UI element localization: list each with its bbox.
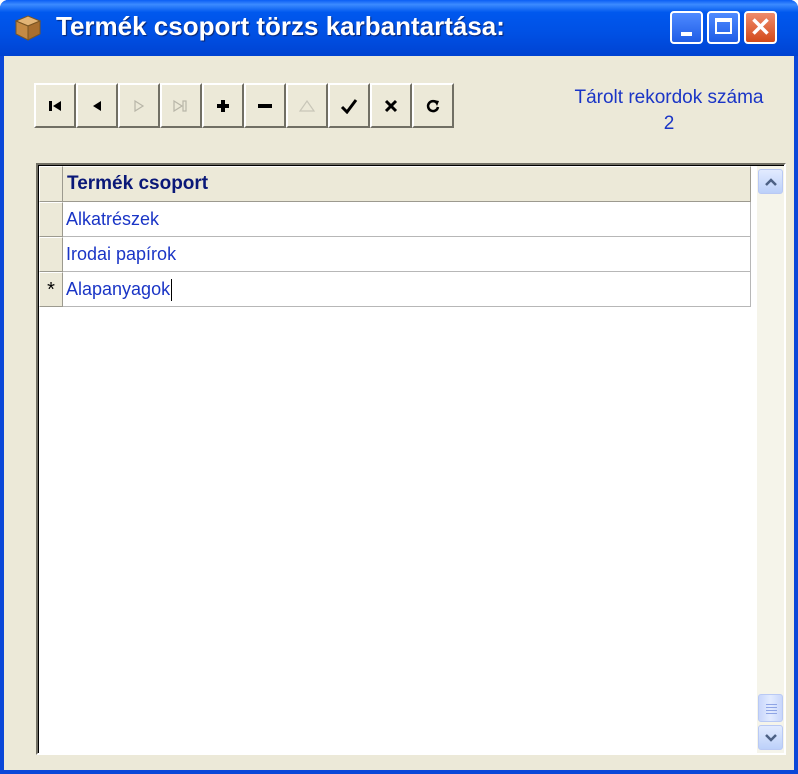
next-record-icon (134, 99, 145, 112)
row-indicator[interactable] (39, 237, 63, 272)
scroll-up-button[interactable] (758, 169, 783, 194)
grid-inner: Termék csoport Alkatrészek Irodai papíro… (38, 165, 784, 753)
table-row[interactable]: Alkatrészek (39, 202, 751, 237)
minimize-button[interactable] (670, 11, 703, 44)
scroll-thumb[interactable] (758, 694, 783, 722)
table-row-current[interactable]: * Alapanyagok (39, 272, 751, 307)
table-row[interactable]: Irodai papírok (39, 237, 751, 272)
cross-icon (384, 99, 398, 112)
post-record-button[interactable] (328, 83, 370, 128)
record-count-panel: Tárolt rekordok száma 2 (549, 85, 789, 137)
box-icon (14, 15, 42, 41)
close-icon: ✕ (749, 12, 772, 42)
scroll-down-button[interactable] (758, 725, 783, 750)
data-grid[interactable]: Termék csoport Alkatrészek Irodai papíro… (36, 163, 786, 755)
record-count-value: 2 (663, 113, 675, 134)
check-icon (340, 98, 358, 114)
minimize-icon (681, 32, 692, 36)
grid-header-row: Termék csoport (39, 166, 751, 202)
next-record-button[interactable] (118, 83, 160, 128)
delete-record-button[interactable] (244, 83, 286, 128)
thumb-grip (766, 713, 777, 714)
prior-record-icon (93, 100, 101, 111)
refresh-icon (426, 99, 440, 112)
edit-triangle-icon (298, 99, 316, 112)
thumb-grip (766, 710, 777, 711)
table-cell[interactable]: Alkatrészek (63, 202, 751, 237)
close-button[interactable]: ✕ (744, 11, 777, 44)
window-title: Termék csoport törzs karbantartása: (56, 11, 505, 41)
db-navigator (34, 83, 454, 128)
row-indicator[interactable] (39, 202, 63, 237)
row-indicator-insert[interactable]: * (39, 272, 63, 307)
header-indicator-cell (39, 166, 63, 202)
text-caret (171, 279, 173, 302)
vertical-scrollbar[interactable] (757, 166, 784, 753)
chevron-down-icon (765, 734, 777, 742)
prior-record-button[interactable] (76, 83, 118, 128)
plus-icon (217, 99, 229, 112)
table-cell-editing[interactable]: Alapanyagok (63, 272, 751, 307)
app-window: Termék csoport törzs karbantartása: ✕ Tá… (0, 0, 798, 774)
last-record-button[interactable] (160, 83, 202, 128)
maximize-icon (715, 18, 732, 34)
first-record-button[interactable] (34, 83, 76, 128)
minus-icon (258, 103, 272, 108)
cell-text: Alapanyagok (66, 279, 171, 299)
edit-record-button[interactable] (286, 83, 328, 128)
cancel-edit-button[interactable] (370, 83, 412, 128)
maximize-button[interactable] (707, 11, 740, 44)
first-record-icon (49, 100, 61, 111)
chevron-up-icon (765, 178, 777, 186)
thumb-grip (766, 704, 777, 705)
column-header-termek-csoport[interactable]: Termék csoport (63, 166, 751, 202)
record-count-label: Tárolt rekordok száma (574, 87, 764, 108)
thumb-grip (766, 707, 777, 708)
last-record-icon (173, 99, 187, 112)
refresh-data-button[interactable] (412, 83, 454, 128)
title-bar[interactable]: Termék csoport törzs karbantartása: ✕ (0, 0, 798, 56)
table-cell[interactable]: Irodai papírok (63, 237, 751, 272)
insert-record-button[interactable] (202, 83, 244, 128)
